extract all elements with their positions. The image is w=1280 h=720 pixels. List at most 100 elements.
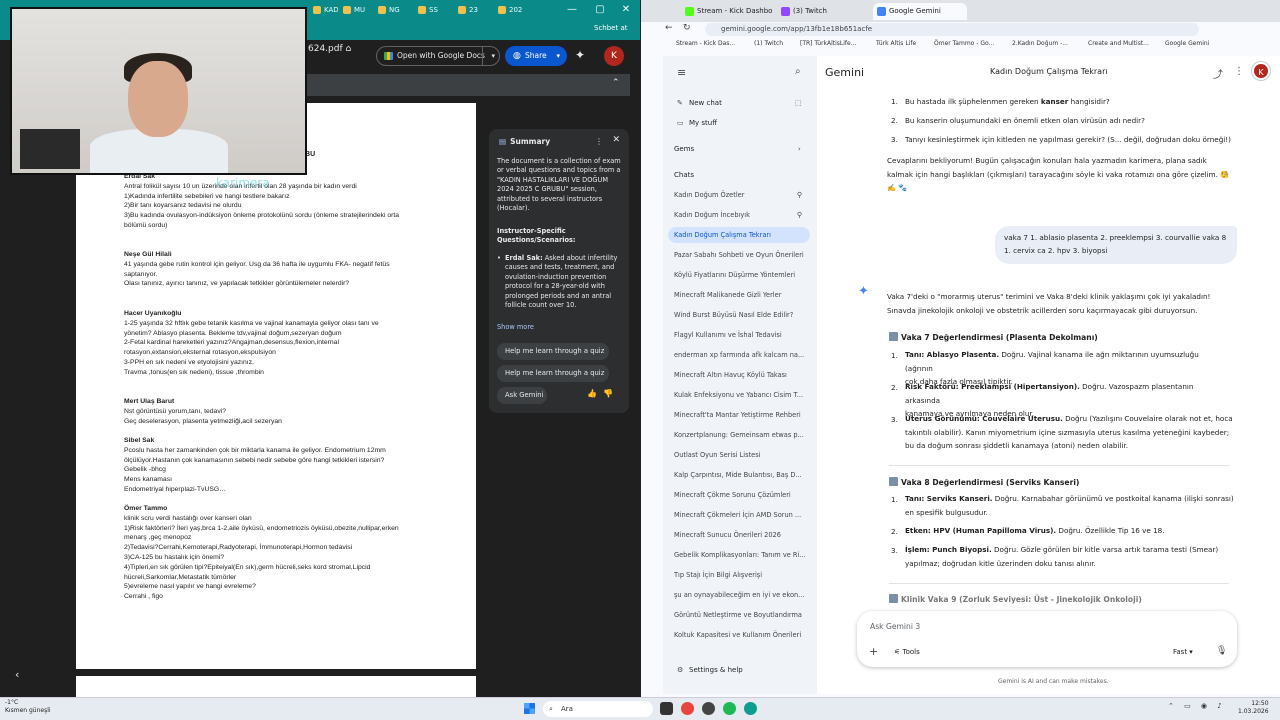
url-bar[interactable]: gemini.google.com/app/13fb1e18b651acfe — [705, 23, 1199, 36]
chat-item[interactable]: Minecraft Çökmeleri İçin AMD Sorun ... — [668, 507, 810, 523]
ask-gemini-button[interactable]: Ask Gemini — [497, 387, 547, 404]
chat-item[interactable]: Wind Burst Büyüsü Nasıl Elde Edilir? — [668, 307, 810, 323]
chat-item[interactable]: Köylü Fiyatlarını Düşürme Yöntemleri — [668, 267, 810, 283]
list-number: 2. — [891, 527, 898, 536]
more-options-icon[interactable]: ⋮ — [595, 137, 603, 146]
mic-icon[interactable]: 🎙 — [1216, 646, 1227, 656]
chat-item[interactable]: Kadın Doğum İncebıyık ⚲ — [668, 207, 810, 223]
edge-icon[interactable] — [744, 702, 757, 715]
gems-button[interactable]: Gems › — [674, 145, 801, 153]
chat-item[interactable]: Flagyl Kullanımı ve İshal Tedavisi — [668, 327, 810, 343]
show-more-link[interactable]: Show more — [497, 323, 534, 332]
doc-line: Olası tanınız, ayırıcı tanınız, ve yapıl… — [124, 280, 350, 288]
my-stuff-button[interactable]: ▭ My stuff — [677, 119, 717, 127]
summary-panel: ▤ Summary ⋮ ✕ The document is a collectio… — [489, 129, 629, 413]
quiz-button[interactable]: Help me learn through a quiz — [497, 343, 609, 360]
opera-icon[interactable] — [681, 702, 694, 715]
share-icon[interactable]: ⤴ — [1213, 66, 1223, 81]
chat-item[interactable]: Pazar Sabahı Sohbeti ve Oyun Önerileri — [668, 247, 810, 263]
section-heading: Vaka 7 Değerlendirmesi (Plasenta Dekolma… — [889, 332, 1098, 342]
bookmark[interactable]: Türk Altis Life — [876, 38, 916, 50]
chat-item[interactable]: Minecraft Altın Havuç Köylü Takası — [668, 367, 810, 383]
task-view-icon[interactable] — [660, 702, 673, 715]
spotify-icon[interactable] — [723, 702, 736, 715]
instructor-name: Ömer Tammo — [124, 505, 168, 512]
avatar[interactable]: K — [604, 46, 624, 66]
search-icon[interactable]: ⌕ — [795, 66, 801, 77]
left-tab[interactable]: SS — [415, 2, 443, 18]
menu-icon[interactable]: ≡ — [677, 66, 686, 79]
prompt-box[interactable]: Ask Gemini 3 + ⚟ Tools Fast ▾ 🎙 — [857, 611, 1237, 667]
chat-item-active[interactable]: Kadın Doğum Çalışma Tekrarı — [668, 227, 810, 243]
more-options-icon[interactable]: ⋮ — [1234, 66, 1244, 77]
chat-item[interactable]: Outlast Oyun Serisi Listesi — [668, 447, 810, 463]
chat-item[interactable]: Kulak Enfeksiyonu ve Yabancı Cisim T... — [668, 387, 810, 403]
chevron-right-icon: › — [798, 145, 801, 153]
system-tray[interactable]: ⌃ ▭ ◉ ♪ — [1168, 702, 1226, 710]
bookmark[interactable]: Stream - Kick Das... — [676, 38, 735, 50]
open-with-docs-button[interactable]: Open with Google Docs ▾ — [376, 46, 500, 66]
obs-icon[interactable] — [702, 702, 715, 715]
mode-selector[interactable]: Fast ▾ — [1173, 648, 1193, 656]
chevron-down-icon[interactable]: ▾ — [491, 47, 495, 65]
chat-item[interactable]: Koltuk Kapasitesi ve Kullanım Önerileri — [668, 627, 810, 643]
doc-line: Mens kanaması — [124, 476, 172, 484]
chat-item[interactable]: Kadın Doğum Özetler ⚲ — [668, 187, 810, 203]
close-icon[interactable]: ✕ — [612, 135, 620, 145]
bookmark[interactable]: Create and Multist... — [1088, 38, 1149, 50]
chat-item[interactable]: Konzertplanung: Gemeinsam etwas p... — [668, 427, 810, 443]
drive-icon[interactable]: ⌂ — [346, 44, 352, 54]
gemini-brand[interactable]: Gemini — [825, 66, 864, 79]
left-tab[interactable]: 202 — [495, 2, 523, 18]
chevron-down-icon[interactable]: ▾ — [556, 46, 560, 66]
chevron-up-icon[interactable]: ⌃ — [612, 78, 620, 88]
tab-gemini[interactable]: Google Gemini — [873, 3, 967, 20]
left-tab[interactable]: MU — [340, 2, 368, 18]
weather-widget[interactable]: -1°C Kısmen güneşli — [5, 699, 51, 715]
minimize-icon[interactable]: — — [560, 0, 584, 20]
maximize-icon[interactable]: ▢ — [588, 0, 612, 20]
chat-item[interactable]: şu an oynayabileceğim en iyi ve ekon... — [668, 587, 810, 603]
prev-page-icon[interactable]: ‹ — [15, 668, 19, 681]
plus-icon[interactable]: + — [869, 645, 878, 658]
bookmark[interactable]: [TR] TürkAltisLife... — [800, 38, 856, 50]
bookmark[interactable]: Ömer Tammo - Go... — [934, 38, 994, 50]
settings-button[interactable]: ⚙ Settings & help — [677, 666, 743, 674]
left-tab[interactable]: 23 — [455, 2, 483, 18]
avatar[interactable]: K — [1252, 62, 1270, 80]
tools-button[interactable]: ⚟ Tools — [894, 648, 920, 656]
taskbar-search[interactable]: ⌕ Ara — [543, 701, 653, 717]
chat-item[interactable]: Minecraft Malikanede Gizli Yerler — [668, 287, 810, 303]
tab-twitch[interactable]: (3) Twitch — [777, 3, 867, 20]
close-icon[interactable]: ✕ — [614, 0, 638, 20]
bookmark[interactable]: (1) Twitch — [754, 38, 783, 50]
bookmark[interactable]: Google Gemini — [1165, 38, 1209, 50]
chat-item[interactable]: enderman xp farmında afk kalcam na... — [668, 347, 810, 363]
answer-item: İşlem: Punch Biyopsi. Doğru. Gözle görül… — [905, 545, 1219, 568]
quiz-button[interactable]: Help me learn through a quiz — [497, 365, 609, 382]
left-tab[interactable]: NG — [375, 2, 403, 18]
doc-line: 41 yaşında gebe rutin kontrol için geliy… — [124, 260, 390, 268]
chat-item[interactable]: Gebelik Komplikasyonları: Tanım ve Ri... — [668, 547, 810, 563]
left-tab[interactable]: KAD — [310, 2, 338, 18]
prompt-input[interactable]: Ask Gemini 3 — [870, 622, 920, 631]
gemini-spark-icon[interactable]: ✦ — [575, 48, 585, 62]
chat-item[interactable]: Görüntü Netleştirme ve Boyutlandırma — [668, 607, 810, 623]
chat-item[interactable]: Tıp Stajı İçin Bilgi Alışverişi — [668, 567, 810, 583]
instructor-name: Sibel Sak — [124, 437, 155, 444]
chat-item[interactable]: Kalp Çarpıntısı, Mide Bulantısı, Baş D..… — [668, 467, 810, 483]
chat-item[interactable]: Minecraft'ta Mantar Yetiştirme Rehberi — [668, 407, 810, 423]
clock[interactable]: 12:50 1.03.2026 — [1238, 700, 1269, 716]
profile-label[interactable]: Schbet at — [594, 24, 627, 32]
bookmark[interactable]: 2.Kadın Doğum -... — [1012, 38, 1068, 50]
start-icon[interactable] — [524, 703, 535, 714]
tab-kick[interactable]: Stream - Kick Dashbo — [681, 3, 772, 20]
chat-item[interactable]: Minecraft Sunucu Önerileri 2026 — [668, 527, 810, 543]
new-chat-button[interactable]: ✎ New chat ⬚ — [677, 99, 802, 107]
feedback-icons[interactable]: 👍👎 — [587, 389, 619, 398]
back-icon[interactable]: ← — [665, 23, 673, 33]
reload-icon[interactable]: ↻ — [683, 23, 691, 33]
temp-chat-icon[interactable]: ⬚ — [795, 99, 802, 107]
share-button[interactable]: ◍ Share ▾ — [505, 46, 567, 66]
chat-item[interactable]: Minecraft Çökme Sorunu Çözümleri — [668, 487, 810, 503]
